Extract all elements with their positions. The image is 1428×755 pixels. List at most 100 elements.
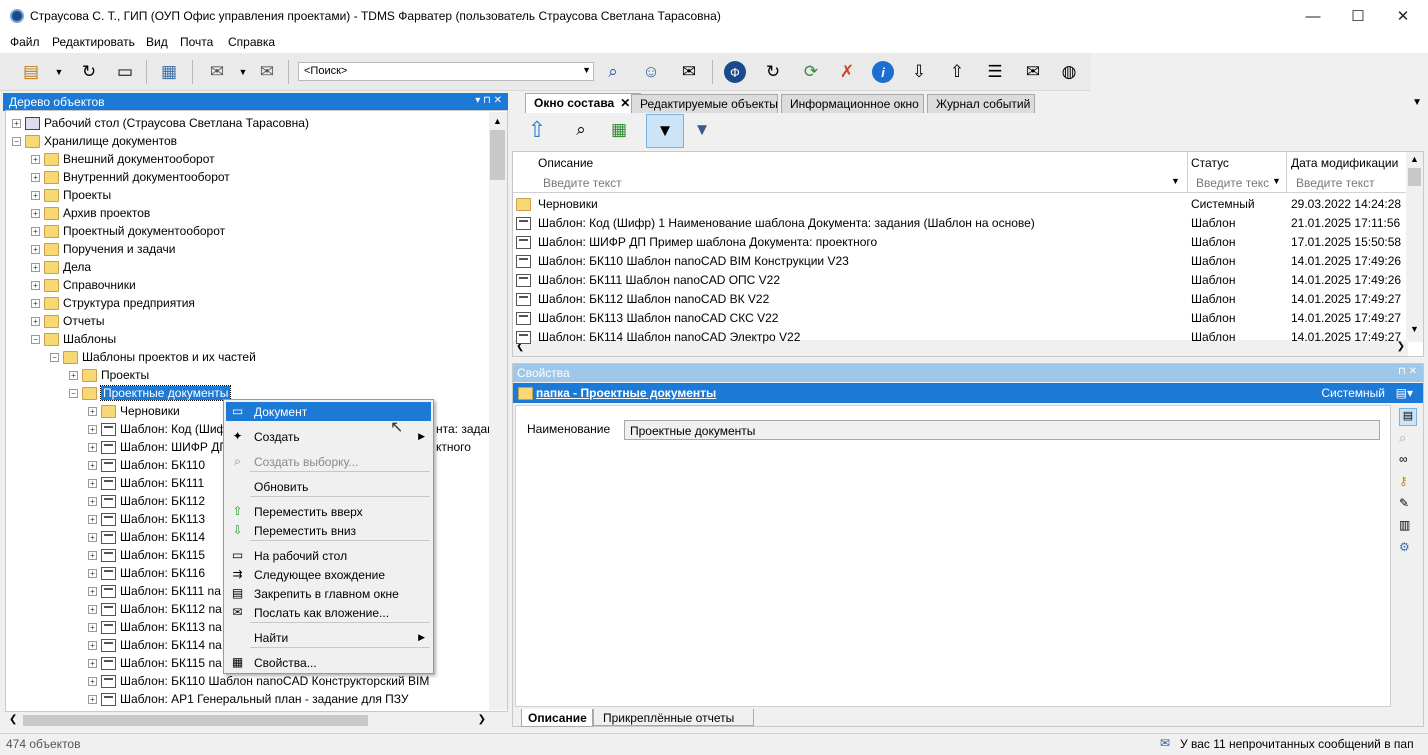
edit-icon[interactable]: ✎ xyxy=(1399,496,1409,510)
column-status[interactable]: Статус xyxy=(1191,156,1229,170)
expand-icon[interactable]: + xyxy=(69,370,78,380)
filter-description-input[interactable]: Введите текст xyxy=(543,176,622,190)
menu-edit[interactable]: Редактировать xyxy=(52,35,135,49)
tree-node[interactable]: + Проекты xyxy=(31,186,111,204)
expand-icon[interactable]: + xyxy=(88,550,97,560)
tree-node[interactable]: + Шаблон: БК112 xyxy=(88,492,205,510)
table-row[interactable]: Шаблон: БК114 Шаблон nanoCAD Электро V22… xyxy=(513,328,1408,347)
expand-icon[interactable]: + xyxy=(12,118,21,128)
close-icon[interactable]: ✕ xyxy=(620,96,630,110)
globe-icon[interactable]: ◍ xyxy=(1056,59,1082,85)
tree-node[interactable]: − Проектные документы xyxy=(69,384,232,402)
chevron-down-icon[interactable]: ▼ xyxy=(1171,176,1180,186)
context-menu-item[interactable]: ▤ Закрепить в главном окне xyxy=(226,584,431,603)
chevron-down-icon[interactable]: ▼ xyxy=(1272,176,1281,186)
tree-node[interactable]: − Шаблоны xyxy=(31,330,116,348)
chevron-down-icon[interactable]: ▼ xyxy=(46,59,72,85)
tree-node[interactable]: + Шаблон: БК112 na xyxy=(88,600,222,618)
settings-icon[interactable]: ⚙ xyxy=(1399,540,1410,554)
menu-help[interactable]: Справка xyxy=(228,35,275,49)
new-object-icon[interactable]: ▤ xyxy=(18,59,44,85)
menu-file[interactable]: Файл xyxy=(10,35,40,49)
filter-settings-icon[interactable]: ▼ xyxy=(689,117,715,143)
object-tree-icon[interactable]: ▦ xyxy=(156,59,182,85)
tree-node[interactable]: + Структура предприятия xyxy=(31,294,195,312)
tree-node[interactable]: + Шаблон: БК113 xyxy=(88,510,205,528)
tree-node[interactable]: + Шаблон: БК115 xyxy=(88,546,205,564)
context-menu-item[interactable]: ▦ Свойства... xyxy=(226,653,431,672)
table-row[interactable]: Шаблон: БК110 Шаблон nanoCAD BIM Констру… xyxy=(513,252,1408,271)
expand-icon[interactable]: + xyxy=(31,190,40,200)
app-logo-icon[interactable]: Ф xyxy=(724,61,746,83)
tree-node[interactable]: − Хранилище документов xyxy=(12,132,177,150)
context-menu-item[interactable]: ⇧ Переместить вверх xyxy=(226,502,431,521)
filter-status-input[interactable]: Введите текс xyxy=(1196,176,1269,190)
tree-node[interactable]: + Проектный документооборот xyxy=(31,222,225,240)
info-icon[interactable]: i xyxy=(872,61,894,83)
table-row[interactable]: Шаблон: БК113 Шаблон nanoCAD СКС V22 Шабл… xyxy=(513,309,1408,328)
chevron-down-icon[interactable]: ▼ xyxy=(230,59,256,85)
tab-attached-reports[interactable]: Прикреплённые отчеты xyxy=(593,709,754,726)
search-icon[interactable]: ⌕ xyxy=(1399,430,1406,446)
tree-node[interactable]: + Шаблон: АР1 Генеральный план - задание … xyxy=(88,690,409,708)
expand-icon[interactable]: + xyxy=(31,208,40,218)
unread-messages[interactable]: У вас 11 непрочитанных сообщений в пап xyxy=(1180,737,1414,751)
expand-icon[interactable]: + xyxy=(88,496,97,506)
expand-icon[interactable]: + xyxy=(31,244,40,254)
menu-mail[interactable]: Почта xyxy=(180,35,213,49)
context-menu-item[interactable]: ⌕ Создать выборку... xyxy=(226,452,431,471)
collapse-icon[interactable]: − xyxy=(12,136,21,146)
mail-icon[interactable]: ✉ xyxy=(1160,736,1170,750)
column-modified[interactable]: Дата модификации xyxy=(1291,156,1398,170)
link-icon[interactable]: ∞ xyxy=(1399,452,1408,466)
expand-icon[interactable]: + xyxy=(88,658,97,668)
refresh-icon[interactable]: ↻ xyxy=(76,59,102,85)
tree-hscrollbar[interactable]: ❮ ❯ xyxy=(5,712,490,729)
tree-node[interactable]: + Шаблон: БК111 xyxy=(88,474,204,492)
expand-icon[interactable]: + xyxy=(31,280,40,290)
search-input[interactable]: <Поиск> xyxy=(304,65,347,77)
minimize-button[interactable]: — xyxy=(1290,0,1336,32)
field-name-input[interactable]: Проектные документы xyxy=(624,420,1380,440)
expand-icon[interactable]: + xyxy=(88,406,97,416)
expand-icon[interactable]: + xyxy=(31,298,40,308)
chevron-down-icon[interactable]: ▼ xyxy=(582,65,591,75)
close-button[interactable]: ✕ xyxy=(1380,0,1426,32)
form-view-icon[interactable]: ▤ xyxy=(1399,408,1417,426)
table-row[interactable]: Шаблон: БК112 Шаблон nanoCAD ВК V22 Шабло… xyxy=(513,290,1408,309)
book-icon[interactable]: ▥ xyxy=(1399,518,1410,532)
tree-node[interactable]: + Архив проектов xyxy=(31,204,150,222)
expand-icon[interactable]: + xyxy=(88,514,97,524)
expand-icon[interactable]: + xyxy=(88,604,97,614)
tree-node[interactable]: + Шаблон: ШИФР ДП xyxy=(88,438,228,456)
column-description[interactable]: Описание xyxy=(538,156,593,170)
tab-description[interactable]: Описание xyxy=(521,709,593,727)
context-menu-item[interactable]: ⇉ Следующее вхождение xyxy=(226,565,431,584)
tree-node[interactable]: + Рабочий стол (Страусова Светлана Тарасо… xyxy=(12,114,309,132)
expand-icon[interactable]: + xyxy=(31,316,40,326)
reload-icon[interactable]: ↻ xyxy=(760,59,786,85)
expand-icon[interactable]: + xyxy=(88,478,97,488)
send-mail-icon[interactable]: ✉ xyxy=(254,59,280,85)
key-icon[interactable]: ⚷ xyxy=(1399,474,1408,488)
tree-node[interactable]: + Дела xyxy=(31,258,91,276)
excel-export-icon[interactable]: ▦ xyxy=(606,117,632,143)
expand-icon[interactable]: + xyxy=(31,172,40,182)
tab-edited-objects[interactable]: Редактируемые объекты xyxy=(631,94,778,113)
chevron-down-icon[interactable]: ▼ xyxy=(1412,97,1422,108)
expand-icon[interactable]: + xyxy=(88,676,97,686)
up-arrow-icon[interactable]: ⇧ xyxy=(524,117,550,143)
expand-icon[interactable]: + xyxy=(88,640,97,650)
expand-icon[interactable]: + xyxy=(31,262,40,272)
tree-node[interactable]: + Справочники xyxy=(31,276,136,294)
mail-edit-icon[interactable]: ✉ xyxy=(204,59,230,85)
tree-node[interactable]: + Шаблон: БК114 xyxy=(88,528,205,546)
tree-node[interactable]: + Шаблон: БК111 na xyxy=(88,582,221,600)
expand-icon[interactable]: + xyxy=(88,622,97,632)
search-binoculars-icon[interactable]: ⌕ xyxy=(600,59,626,85)
panel-controls[interactable]: ▾ ⊓ ✕ xyxy=(475,95,502,106)
menu-view[interactable]: Вид xyxy=(146,35,168,49)
filter-modified-input[interactable]: Введите текст xyxy=(1296,176,1375,190)
collapse-icon[interactable]: − xyxy=(69,388,78,398)
tree-node[interactable]: + Шаблон: БК115 na xyxy=(88,654,222,672)
